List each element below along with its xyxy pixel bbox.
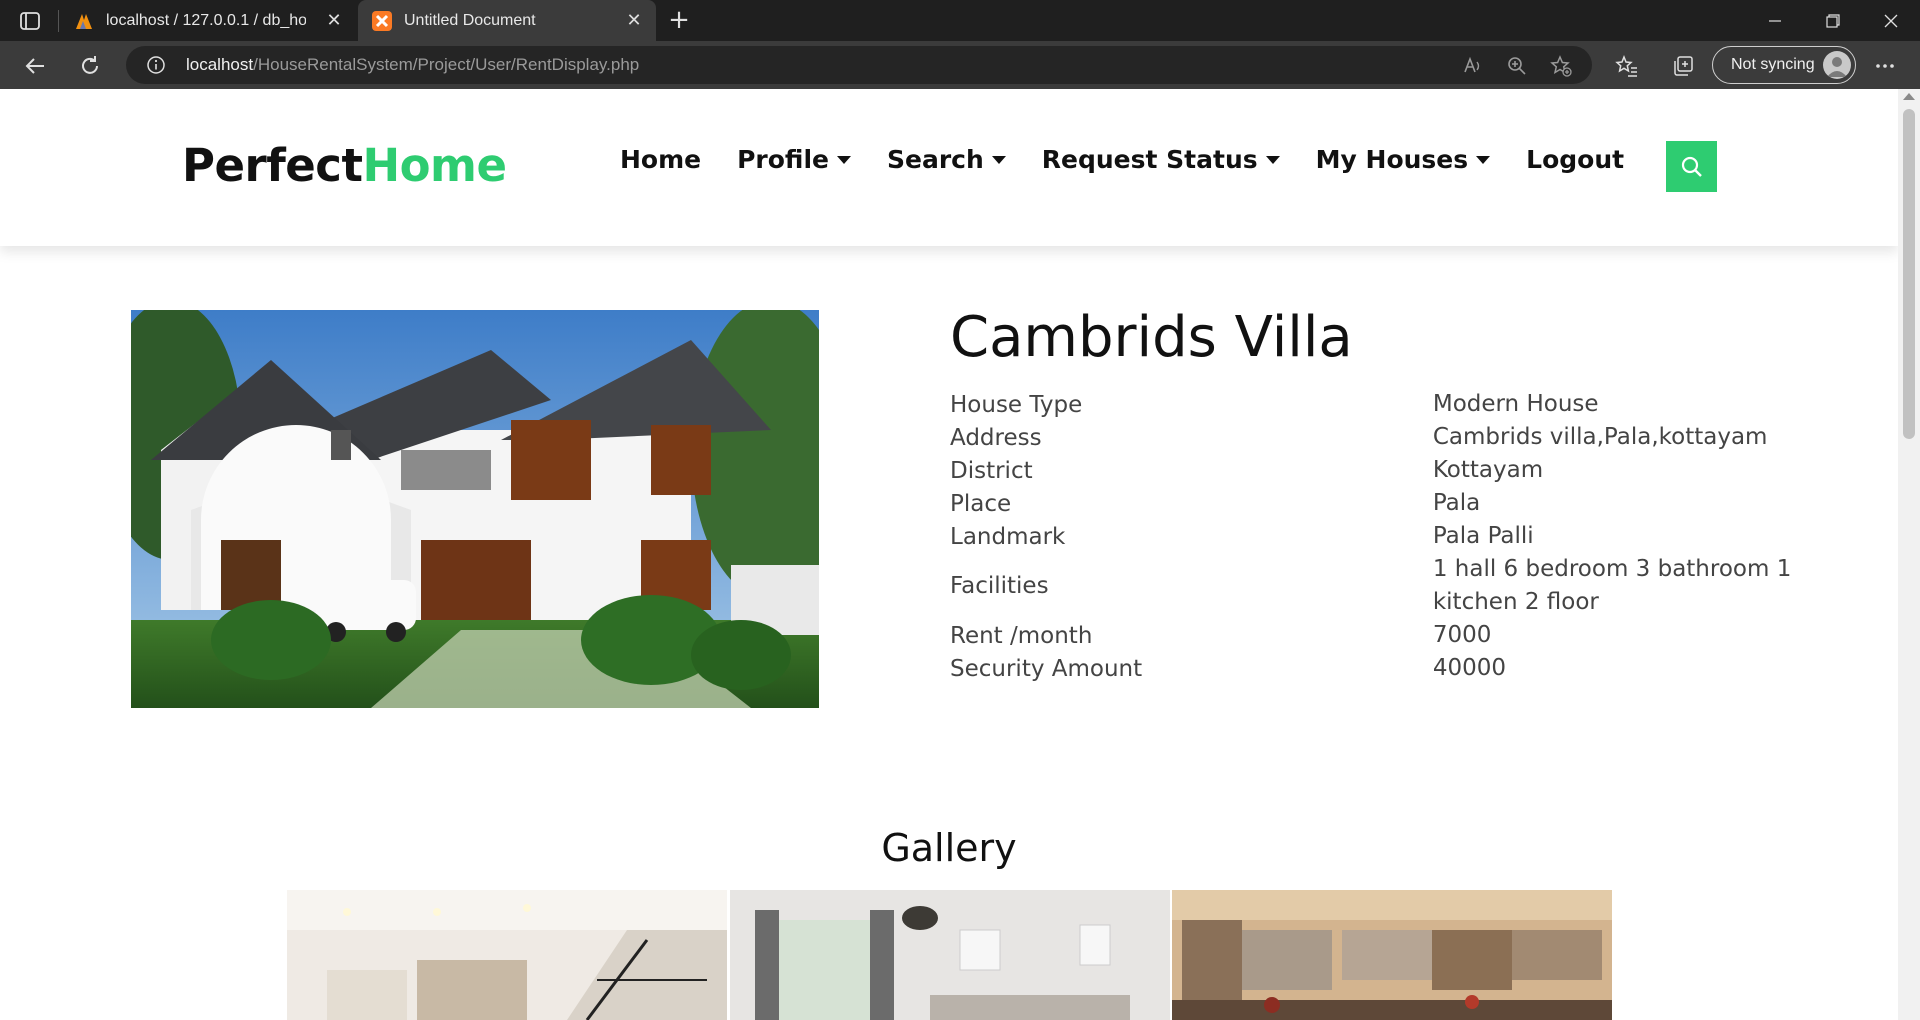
- detail-label: Address: [950, 424, 1042, 451]
- house-details-table: House Type Modern House Address Cambrids v…: [950, 388, 1870, 685]
- detail-value: Pala: [1432, 490, 1481, 516]
- nav-item-logout[interactable]: Logout: [1526, 145, 1624, 174]
- logo-text-home: Home: [362, 139, 507, 192]
- logo-text-perfect: Perfect: [182, 139, 363, 192]
- nav-label: Logout: [1526, 145, 1625, 174]
- nav-label: My Houses: [1315, 145, 1469, 174]
- detail-label: District: [950, 457, 1033, 484]
- browser-tab-untitled[interactable]: Untitled Document ✕: [358, 0, 656, 41]
- tab-actions-icon[interactable]: [18, 9, 42, 33]
- search-icon: [1681, 156, 1702, 177]
- url-path: /HouseRentalSystem/Project/User/RentDisp…: [253, 55, 640, 74]
- minimize-button[interactable]: [1746, 0, 1804, 41]
- detail-value: Modern House: [1432, 391, 1599, 417]
- browser-tab-strip: localhost / 127.0.0.1 / db_houserent ✕ U…: [0, 0, 1920, 41]
- detail-row-place: Place Pala: [950, 487, 1870, 520]
- detail-label: Facilities: [950, 573, 1049, 599]
- read-aloud-icon[interactable]: [1462, 55, 1484, 77]
- nav-label: Profile: [737, 145, 829, 174]
- dropdown-caret-icon: [837, 155, 851, 164]
- dropdown-caret-icon: [991, 155, 1006, 164]
- detail-value: 1 hall 6 bedroom 3 bathroom 1 kitchen 2 …: [1432, 556, 1792, 615]
- close-window-button[interactable]: [1862, 0, 1920, 41]
- nav-label: Home: [620, 145, 702, 174]
- nav-item-my-houses[interactable]: My Houses: [1316, 145, 1491, 174]
- dropdown-caret-icon: [1476, 155, 1491, 164]
- scrollbar-thumb[interactable]: [1903, 109, 1915, 439]
- xampp-icon: [372, 10, 392, 31]
- dropdown-caret-icon: [1265, 155, 1280, 164]
- gallery-photo-bedroom[interactable]: [730, 890, 1170, 1020]
- tab-separator: [58, 10, 59, 32]
- main-nav: Home Profile Search Request Status My Ho…: [620, 145, 1660, 174]
- detail-row-security-amount: Security Amount 40000: [950, 652, 1870, 685]
- detail-value: Pala Palli: [1432, 523, 1534, 549]
- detail-row-address: Address Cambrids villa,Pala,kottayam: [950, 421, 1870, 454]
- detail-value: 40000: [1432, 655, 1507, 681]
- new-tab-button[interactable]: +: [664, 6, 694, 36]
- url-host: localhost: [186, 55, 254, 74]
- house-main-photo: [131, 310, 819, 708]
- browser-tab-phpmyadmin[interactable]: localhost / 127.0.0.1 / db_houserent ✕: [60, 0, 356, 41]
- site-header: PerfectHome Home Profile Search Request …: [0, 89, 1898, 246]
- tab-title: Untitled Document: [404, 11, 536, 29]
- detail-label: Place: [950, 490, 1012, 517]
- phpmyadmin-icon: [74, 11, 94, 31]
- detail-value: Kottayam: [1432, 457, 1544, 483]
- detail-value: 7000: [1432, 622, 1492, 648]
- nav-label: Request Status: [1041, 145, 1258, 174]
- tab-title: localhost / 127.0.0.1 / db_houserent: [106, 11, 306, 29]
- zoom-icon[interactable]: [1506, 55, 1528, 77]
- gallery-photo-living-room[interactable]: [287, 890, 727, 1020]
- url-text[interactable]: localhost/HouseRentalSystem/Project/User…: [186, 55, 639, 75]
- back-icon[interactable]: [22, 53, 48, 79]
- scroll-up-arrow-icon[interactable]: [1903, 93, 1915, 100]
- detail-row-rent: Rent /month 7000: [950, 619, 1870, 652]
- detail-row-facilities: Facilities 1 hall 6 bedroom 3 bathroom 1 …: [950, 553, 1870, 619]
- detail-row-district: District Kottayam: [950, 454, 1870, 487]
- gallery-photo-kitchen[interactable]: [1172, 890, 1612, 1020]
- detail-value: Cambrids villa,Pala,kottayam: [1432, 424, 1768, 450]
- detail-label: House Type: [950, 391, 1083, 418]
- gallery-heading: Gallery: [881, 826, 1017, 870]
- nav-item-profile[interactable]: Profile: [737, 145, 851, 174]
- detail-label: Landmark: [950, 523, 1066, 550]
- detail-row-house-type: House Type Modern House: [950, 388, 1870, 421]
- address-bar[interactable]: localhost/HouseRentalSystem/Project/User…: [126, 46, 1592, 84]
- refresh-icon[interactable]: [77, 53, 103, 79]
- site-info-icon[interactable]: [146, 55, 166, 75]
- restore-button[interactable]: [1804, 0, 1862, 41]
- close-tab-icon[interactable]: ✕: [624, 10, 644, 30]
- detail-row-landmark: Landmark Pala Palli: [950, 520, 1870, 553]
- sync-status-button[interactable]: Not syncing: [1712, 46, 1856, 84]
- more-options-icon[interactable]: [1872, 53, 1898, 79]
- profile-avatar-icon: [1823, 51, 1851, 79]
- favorites-icon[interactable]: [1614, 53, 1640, 79]
- house-name-heading: Cambrids Villa: [950, 305, 1353, 370]
- site-search-button[interactable]: [1666, 141, 1717, 192]
- add-favorite-icon[interactable]: [1550, 55, 1572, 77]
- sync-label: Not syncing: [1731, 56, 1815, 73]
- nav-item-request-status[interactable]: Request Status: [1042, 145, 1280, 174]
- nav-item-search[interactable]: Search: [887, 145, 1006, 174]
- address-toolbar: localhost/HouseRentalSystem/Project/User…: [0, 41, 1920, 89]
- collections-icon[interactable]: [1670, 53, 1696, 79]
- detail-label: Security Amount: [950, 655, 1143, 682]
- site-logo[interactable]: PerfectHome: [182, 139, 507, 192]
- nav-item-home[interactable]: Home: [620, 145, 701, 174]
- web-page: PerfectHome Home Profile Search Request …: [0, 89, 1898, 1020]
- detail-label: Rent /month: [950, 622, 1093, 649]
- nav-label: Search: [887, 145, 984, 174]
- close-tab-icon[interactable]: ✕: [324, 10, 344, 30]
- vertical-scrollbar[interactable]: [1898, 89, 1920, 1020]
